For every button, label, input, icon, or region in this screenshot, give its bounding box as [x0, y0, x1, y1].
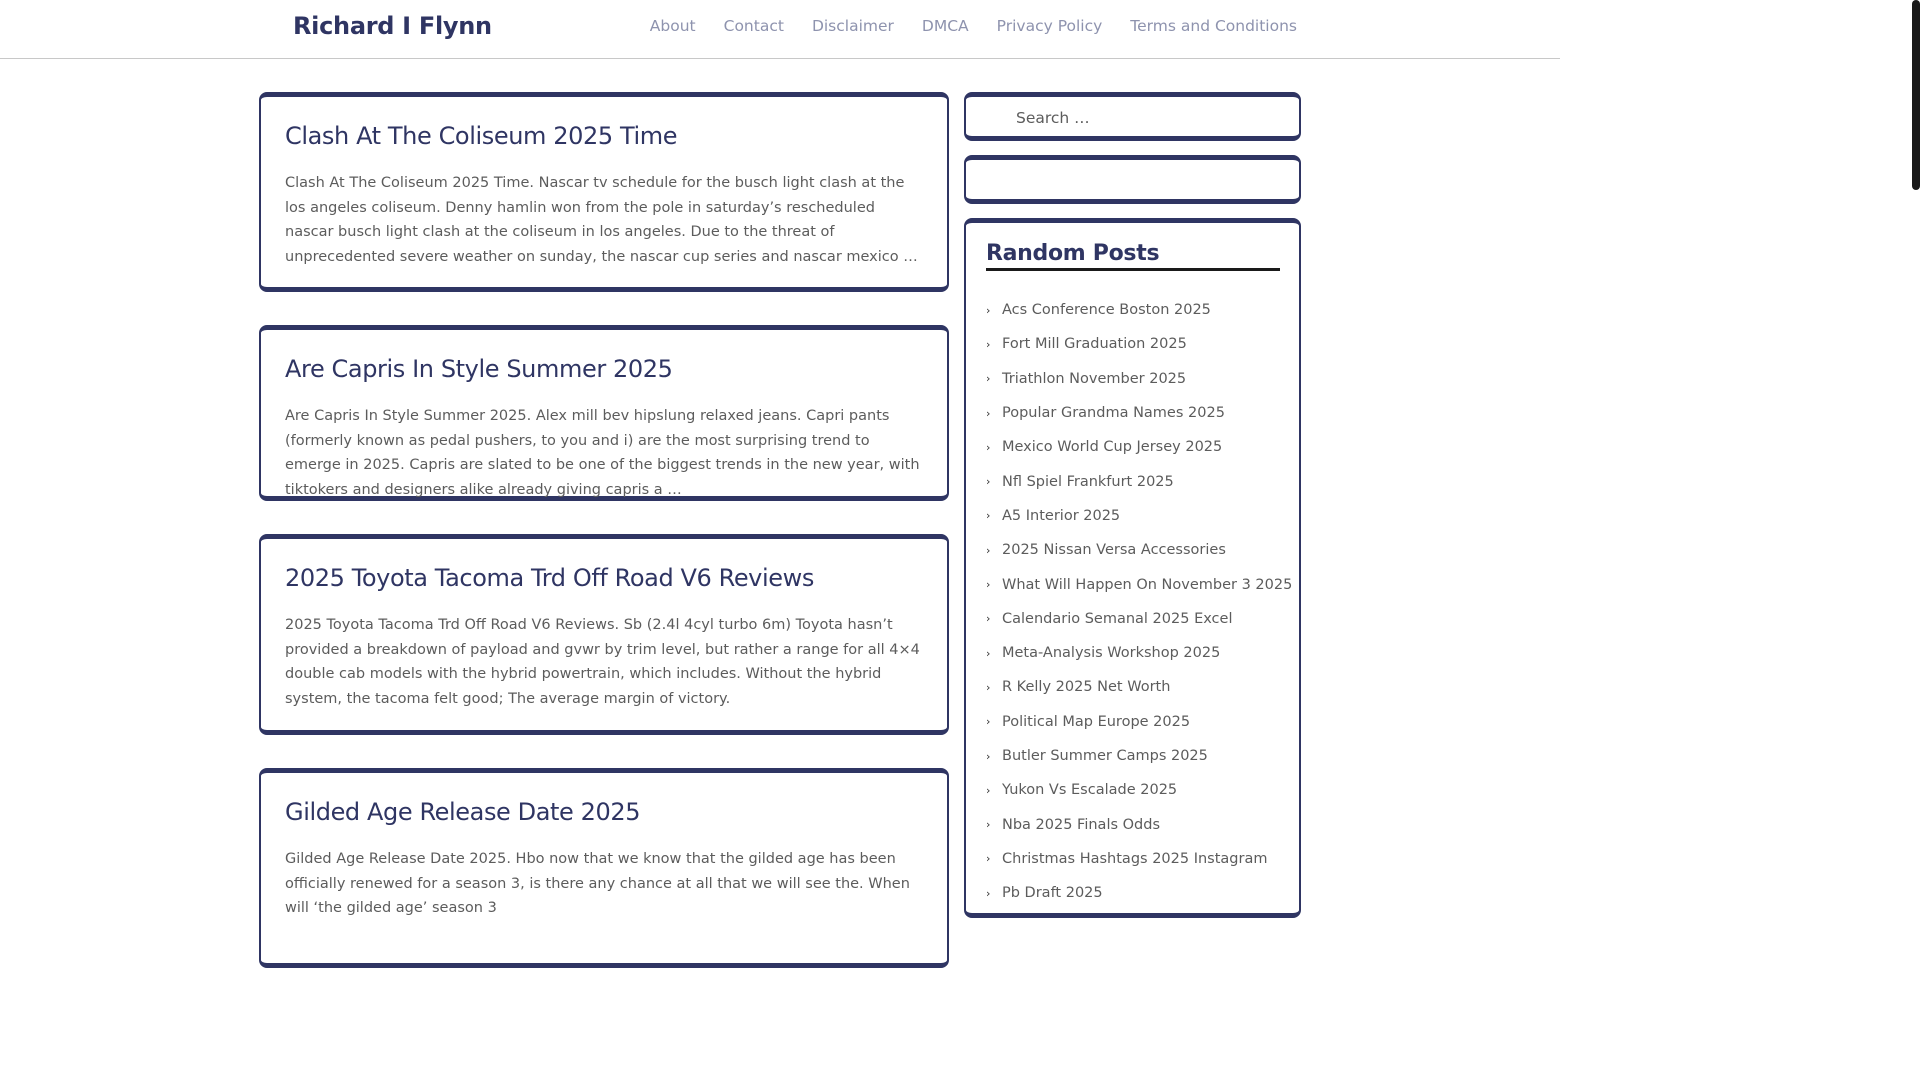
post-card: Clash At The Coliseum 2025 Time Clash At…	[259, 92, 949, 292]
chevron-right-icon: ›	[986, 337, 991, 351]
list-item[interactable]: › Christmas Hashtags 2025 Instagram	[986, 842, 1292, 876]
list-item[interactable]: › Political Map Europe 2025	[986, 705, 1292, 739]
search-widget	[964, 92, 1301, 141]
list-item[interactable]: › Meta-Analysis Workshop 2025	[986, 636, 1292, 670]
chevron-right-icon: ›	[986, 680, 991, 694]
nav-privacy-policy[interactable]: Privacy Policy	[997, 17, 1103, 35]
site-title[interactable]: Richard I Flynn	[293, 12, 492, 40]
list-item[interactable]: › Triathlon November 2025	[986, 362, 1292, 396]
random-posts-widget: Random Posts › Acs Conference Boston 2025…	[964, 218, 1301, 918]
list-item[interactable]: › Mexico World Cup Jersey 2025	[986, 430, 1292, 464]
chevron-right-icon: ›	[986, 543, 991, 557]
chevron-right-icon: ›	[986, 612, 991, 626]
random-post-link[interactable]: Butler Summer Camps 2025	[1002, 748, 1208, 764]
chevron-right-icon: ›	[986, 372, 991, 386]
scrollbar-thumb[interactable]	[1912, 0, 1920, 190]
random-post-link[interactable]: Calendario Semanal 2025 Excel	[1002, 611, 1232, 627]
random-post-link[interactable]: 2025 Nissan Versa Accessories	[1002, 542, 1226, 558]
search-input[interactable]	[1016, 109, 1276, 127]
chevron-right-icon: ›	[986, 475, 991, 489]
main-nav: About Contact Disclaimer DMCA Privacy Po…	[650, 17, 1297, 35]
post-title[interactable]: 2025 Toyota Tacoma Trd Off Road V6 Revie…	[285, 561, 923, 595]
list-item[interactable]: › Acs Conference Boston 2025	[986, 293, 1292, 327]
list-item[interactable]: › Butler Summer Camps 2025	[986, 739, 1292, 773]
chevron-right-icon: ›	[986, 509, 991, 523]
nav-disclaimer[interactable]: Disclaimer	[812, 17, 894, 35]
list-item[interactable]: › Calendario Semanal 2025 Excel	[986, 602, 1292, 636]
list-item[interactable]: › Yukon Vs Escalade 2025	[986, 773, 1292, 807]
random-post-link[interactable]: What Will Happen On November 3 2025	[1002, 577, 1292, 593]
list-item[interactable]: › What Will Happen On November 3 2025	[986, 567, 1292, 601]
random-posts-title: Random Posts	[986, 241, 1280, 271]
post-card: Are Capris In Style Summer 2025 Are Capr…	[259, 325, 949, 501]
post-title[interactable]: Are Capris In Style Summer 2025	[285, 352, 923, 386]
random-post-link[interactable]: Political Map Europe 2025	[1002, 714, 1190, 730]
list-item[interactable]: › Nba 2025 Finals Odds	[986, 807, 1292, 841]
post-excerpt: 2025 Toyota Tacoma Trd Off Road V6 Revie…	[285, 617, 920, 707]
nav-contact[interactable]: Contact	[724, 17, 784, 35]
random-post-link[interactable]: Christmas Hashtags 2025 Instagram	[1002, 851, 1267, 867]
post-excerpt: Clash At The Coliseum 2025 Time. Nascar …	[285, 175, 918, 265]
random-post-link[interactable]: Popular Grandma Names 2025	[1002, 405, 1225, 421]
post-excerpt: Are Capris In Style Summer 2025. Alex mi…	[285, 408, 920, 498]
nav-terms[interactable]: Terms and Conditions	[1130, 17, 1297, 35]
random-post-link[interactable]: A5 Interior 2025	[1002, 508, 1120, 524]
post-title[interactable]: Clash At The Coliseum 2025 Time	[285, 119, 923, 153]
chevron-right-icon: ›	[986, 303, 991, 317]
random-post-link[interactable]: R Kelly 2025 Net Worth	[1002, 679, 1170, 695]
chevron-right-icon: ›	[986, 852, 991, 866]
chevron-right-icon: ›	[986, 440, 991, 454]
post-title[interactable]: Gilded Age Release Date 2025	[285, 795, 923, 829]
post-excerpt: Gilded Age Release Date 2025. Hbo now th…	[285, 851, 910, 916]
post-card: Gilded Age Release Date 2025 Gilded Age …	[259, 768, 949, 968]
random-post-link[interactable]: Pb Draft 2025	[1002, 885, 1103, 901]
list-item[interactable]: › Nfl Spiel Frankfurt 2025	[986, 464, 1292, 498]
chevron-right-icon: ›	[986, 578, 991, 592]
chevron-right-icon: ›	[986, 783, 991, 797]
list-item[interactable]: › A5 Interior 2025	[986, 499, 1292, 533]
nav-about[interactable]: About	[650, 17, 696, 35]
list-item[interactable]: › Pb Draft 2025	[986, 876, 1292, 910]
list-item[interactable]: › Fort Mill Graduation 2025	[986, 327, 1292, 361]
chevron-right-icon: ›	[986, 406, 991, 420]
chevron-right-icon: ›	[986, 646, 991, 660]
post-card: 2025 Toyota Tacoma Trd Off Road V6 Revie…	[259, 534, 949, 735]
random-post-link[interactable]: Fort Mill Graduation 2025	[1002, 336, 1187, 352]
chevron-right-icon: ›	[986, 749, 991, 763]
random-post-link[interactable]: Nba 2025 Finals Odds	[1002, 817, 1160, 833]
chevron-right-icon: ›	[986, 715, 991, 729]
empty-widget	[964, 155, 1301, 204]
list-item[interactable]: › R Kelly 2025 Net Worth	[986, 670, 1292, 704]
chevron-right-icon: ›	[986, 818, 991, 832]
random-post-link[interactable]: Yukon Vs Escalade 2025	[1002, 782, 1177, 798]
random-post-link[interactable]: Meta-Analysis Workshop 2025	[1002, 645, 1220, 661]
chevron-right-icon: ›	[986, 886, 991, 900]
random-posts-list: › Acs Conference Boston 2025 › Fort Mill G…	[986, 293, 1292, 910]
site-header: Richard I Flynn About Contact Disclaimer…	[0, 0, 1560, 59]
list-item[interactable]: › 2025 Nissan Versa Accessories	[986, 533, 1292, 567]
random-post-link[interactable]: Acs Conference Boston 2025	[1002, 302, 1211, 318]
random-post-link[interactable]: Nfl Spiel Frankfurt 2025	[1002, 474, 1174, 490]
random-post-link[interactable]: Mexico World Cup Jersey 2025	[1002, 439, 1222, 455]
nav-dmca[interactable]: DMCA	[922, 17, 969, 35]
scrollbar[interactable]	[1912, 0, 1920, 882]
random-post-link[interactable]: Triathlon November 2025	[1002, 371, 1186, 387]
list-item[interactable]: › Popular Grandma Names 2025	[986, 396, 1292, 430]
